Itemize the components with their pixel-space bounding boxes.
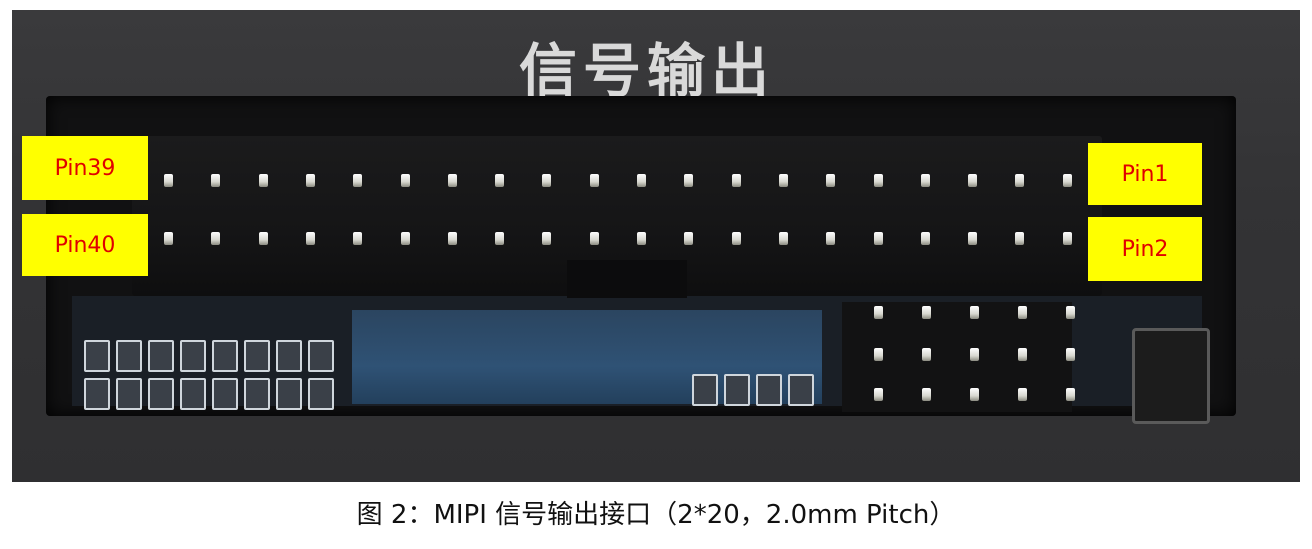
- smd-resistor: [180, 378, 206, 410]
- smd-resistor: [276, 378, 302, 410]
- header-pin: [968, 232, 978, 245]
- header-pin: [778, 232, 788, 245]
- smd-resistor: [276, 340, 302, 372]
- header-pin: [1062, 174, 1072, 187]
- smd-resistor: [308, 340, 334, 372]
- header-pin: [164, 174, 173, 187]
- small-header-pin: [970, 306, 979, 319]
- smd-resistor: [308, 378, 334, 410]
- header-pin: [778, 174, 788, 187]
- smd-resistor: [84, 340, 110, 372]
- small-header-pin: [970, 348, 979, 361]
- pcb-blue-area: [352, 310, 822, 404]
- header-pin: [164, 232, 173, 245]
- figure-caption: 图 2：MIPI 信号输出接口（2*20，2.0mm Pitch）: [356, 500, 956, 530]
- smd-resistor: [788, 374, 814, 406]
- smd-resistor: [116, 340, 142, 372]
- header-pin: [400, 174, 410, 187]
- header-pin: [258, 232, 268, 245]
- small-header-pin: [922, 348, 931, 361]
- smd-resistor: [244, 378, 270, 410]
- header-pin: [684, 174, 694, 187]
- header-pin: [873, 174, 883, 187]
- header-pin: [258, 174, 268, 187]
- header-pin: [731, 232, 741, 245]
- small-header-pin: [874, 348, 883, 361]
- header-pin: [920, 232, 930, 245]
- header-pin: [353, 232, 363, 245]
- header-pin: [353, 174, 363, 187]
- header-pin: [1062, 232, 1072, 245]
- small-header-pin: [1018, 388, 1027, 401]
- header-pin: [826, 232, 836, 245]
- smd-resistor: [756, 374, 782, 406]
- header-pin: [400, 232, 410, 245]
- header-pin: [447, 174, 457, 187]
- header-pin: [637, 232, 646, 245]
- smd-resistor: [84, 378, 110, 410]
- header-pin: [495, 174, 505, 187]
- header-pin: [305, 232, 315, 245]
- smd-resistor: [180, 340, 206, 372]
- small-header-pin: [1066, 306, 1075, 319]
- small-header-pin: [1066, 388, 1075, 401]
- smd-resistor: [212, 340, 238, 372]
- smd-resistor: [148, 340, 174, 372]
- header-pin: [542, 232, 552, 245]
- header-pin: [542, 174, 552, 187]
- header-pin: [211, 174, 221, 187]
- small-header-pin: [1018, 306, 1027, 319]
- small-header-pin: [1018, 348, 1027, 361]
- small-header-pin: [1066, 348, 1075, 361]
- header-key-notch: [567, 260, 687, 298]
- header-pin: [589, 232, 599, 245]
- label-pin39: Pin39: [22, 136, 148, 200]
- header-pin: [968, 174, 978, 187]
- header-pin: [305, 174, 315, 187]
- header-pin: [637, 174, 646, 187]
- smd-resistor: [244, 340, 270, 372]
- header-pin: [495, 232, 505, 245]
- smd-resistor: [116, 378, 142, 410]
- header-pin: [447, 232, 457, 245]
- small-header-pin: [970, 388, 979, 401]
- header-pin: [589, 174, 599, 187]
- header-pin: [684, 232, 694, 245]
- header-pin: [1015, 232, 1025, 245]
- header-pin: [211, 232, 221, 245]
- small-header-pin: [922, 388, 931, 401]
- label-pin2: Pin2: [1088, 217, 1202, 281]
- small-header-pin: [922, 306, 931, 319]
- label-pin1: Pin1: [1088, 143, 1202, 205]
- header-pin: [920, 174, 930, 187]
- small-header-pin: [874, 388, 883, 401]
- header-pin: [731, 174, 741, 187]
- smd-resistor: [724, 374, 750, 406]
- label-pin40: Pin40: [22, 214, 148, 276]
- side-connector: [1132, 328, 1210, 424]
- small-header-pin: [874, 306, 883, 319]
- smd-resistor: [148, 378, 174, 410]
- header-pin: [1015, 174, 1025, 187]
- smd-resistor: [212, 378, 238, 410]
- header-pin: [826, 174, 836, 187]
- smd-resistor: [692, 374, 718, 406]
- header-pin: [873, 232, 883, 245]
